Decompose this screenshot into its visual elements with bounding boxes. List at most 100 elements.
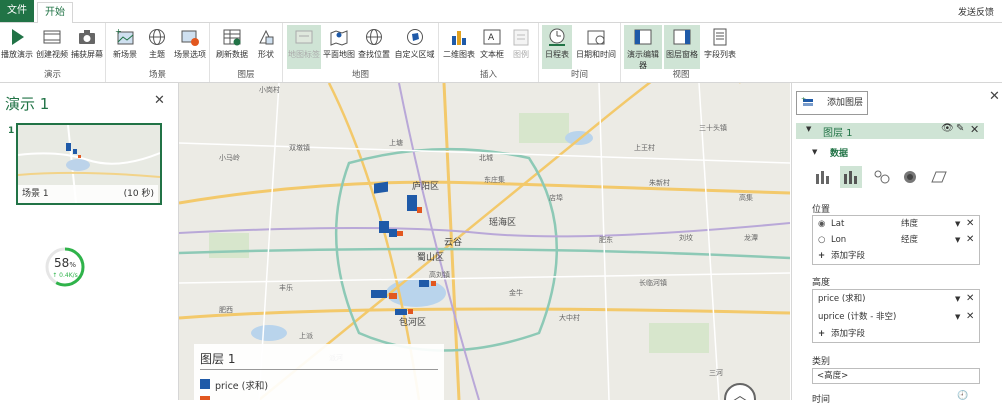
theme-button[interactable]: 主题 bbox=[143, 25, 171, 69]
map-labels-icon bbox=[295, 30, 313, 44]
tour-editor-panel: 演示 1 ✕ 1 场景 1 (10 秒) 58% ↑ 0.4K/s bbox=[0, 83, 179, 400]
radio-checked-icon[interactable]: ◉ bbox=[818, 216, 825, 232]
progress-indicator: 58% ↑ 0.4K/s bbox=[44, 246, 86, 288]
map-label: 小岗村 bbox=[259, 86, 280, 94]
map-labels-button[interactable]: 地图标签 bbox=[287, 25, 321, 69]
collapse-triangle-icon[interactable]: ▼ bbox=[806, 125, 811, 133]
region-viz-icon[interactable] bbox=[929, 168, 949, 186]
capture-screen-button[interactable]: 捕获屏幕 bbox=[70, 25, 104, 69]
plus-icon: + bbox=[818, 251, 826, 261]
remove-field-icon[interactable]: ✕ bbox=[966, 290, 974, 308]
progress-percent-text: 58% bbox=[44, 256, 86, 270]
remove-field-icon[interactable]: ✕ bbox=[966, 232, 974, 248]
height-field-row[interactable]: price (求和) ▼ ✕ bbox=[813, 290, 979, 308]
datetime-button[interactable]: 日期和时间 bbox=[574, 25, 618, 69]
new-scene-button[interactable]: + 新场景 bbox=[110, 25, 140, 69]
dropdown-icon[interactable]: ▼ bbox=[955, 216, 960, 232]
scene-options-button[interactable]: 场景选项 bbox=[173, 25, 207, 69]
dropdown-icon[interactable]: ▼ bbox=[955, 308, 960, 326]
refresh-data-button[interactable]: 刷新数据 bbox=[214, 25, 250, 69]
theme-globe-icon bbox=[149, 29, 165, 45]
dropdown-icon[interactable]: ▼ bbox=[955, 290, 960, 308]
group-tour: 播放演示 创建视频 捕获屏幕 演示 bbox=[0, 23, 106, 82]
dropdown-icon[interactable]: ▼ bbox=[955, 232, 960, 248]
close-tour-panel-icon[interactable]: ✕ bbox=[154, 93, 165, 108]
flat-map-button[interactable]: 平面地图 bbox=[323, 25, 355, 69]
map-label: 包河区 bbox=[399, 318, 427, 328]
remove-field-icon[interactable]: ✕ bbox=[966, 216, 974, 232]
clustered-column-viz-icon[interactable] bbox=[840, 166, 862, 188]
bubble-viz-icon[interactable] bbox=[872, 168, 892, 186]
field-list-button[interactable]: 字段列表 bbox=[702, 25, 738, 69]
layer-pane: + 添加图层 ✕ ▼ 图层 1 👁 ✎ ✕ ▼ 数据 位置 ◉ Lat 纬度 ▼… bbox=[791, 83, 1002, 405]
scene-name: 场景 1 bbox=[22, 189, 49, 199]
textbox-button[interactable]: A 文本框 bbox=[478, 25, 506, 69]
field-name: price (求和) bbox=[818, 294, 866, 304]
video-icon bbox=[43, 30, 61, 44]
position-field-row[interactable]: ◉ Lat 纬度 ▼ ✕ bbox=[813, 216, 979, 232]
data-section-label: 数据 bbox=[830, 149, 849, 159]
radio-unchecked-icon[interactable]: ○ bbox=[818, 232, 825, 248]
category-label: 类别 bbox=[812, 357, 831, 367]
position-field-row[interactable]: ○ Lon 经度 ▼ ✕ bbox=[813, 232, 979, 248]
map-view[interactable]: 小岗村 上塘 双墩镇 小马岭 北城 庐阳区 瑶海区 蜀山区 包河区 东庄集 肥东… bbox=[179, 83, 790, 400]
svg-text:+: + bbox=[801, 96, 806, 103]
add-field-row[interactable]: + 添加字段 bbox=[813, 326, 979, 342]
chart-2d-button[interactable]: 二维图表 bbox=[442, 25, 476, 69]
eye-icon[interactable]: 👁 bbox=[941, 123, 954, 134]
send-feedback-link[interactable]: 发送反馈 bbox=[958, 5, 994, 18]
stacked-column-viz-icon[interactable] bbox=[812, 168, 832, 186]
tour-editor-button[interactable]: 演示编辑器 bbox=[624, 25, 662, 70]
find-location-button[interactable]: 查找位置 bbox=[357, 25, 391, 69]
play-tour-button[interactable]: 播放演示 bbox=[1, 25, 33, 69]
progress-unit: % bbox=[69, 261, 76, 269]
legend-button[interactable]: 图例 bbox=[508, 25, 534, 69]
time-label: 时间 bbox=[812, 395, 831, 405]
title-tab-bar: 文件 开始 发送反馈 bbox=[0, 0, 1002, 24]
group-label-insert: 插入 bbox=[479, 70, 497, 80]
height-fields-box: price (求和) ▼ ✕ uprice (计数 - 非空) ▼ ✕ + 添加… bbox=[812, 289, 980, 343]
progress-speed-value: 0.4K/s bbox=[59, 272, 78, 279]
progress-speed: ↑ 0.4K/s bbox=[52, 272, 78, 279]
add-field-label: 添加字段 bbox=[831, 329, 866, 339]
height-field-row[interactable]: uprice (计数 - 非空) ▼ ✕ bbox=[813, 308, 979, 326]
add-layer-button[interactable]: + 添加图层 bbox=[796, 91, 868, 115]
add-field-row[interactable]: + 添加字段 bbox=[813, 248, 979, 264]
field-type: 经度 bbox=[901, 235, 919, 245]
map-label: 刘坟 bbox=[679, 234, 693, 242]
tab-start[interactable]: 开始 bbox=[37, 2, 73, 24]
map-label: 三十头镇 bbox=[699, 124, 727, 132]
close-layer-pane-icon[interactable]: ✕ bbox=[989, 89, 1000, 104]
group-scene: + 新场景 主题 场景选项 场景 bbox=[106, 23, 210, 82]
heatmap-viz-icon[interactable] bbox=[900, 168, 920, 186]
plus-icon: + bbox=[818, 329, 826, 339]
tab-file[interactable]: 文件 bbox=[0, 0, 34, 22]
category-value: <高度> bbox=[817, 371, 849, 381]
legend-divider bbox=[200, 369, 438, 370]
shape-icon bbox=[259, 29, 274, 45]
create-video-button[interactable]: 创建视频 bbox=[35, 25, 69, 69]
chevron-up-icon: ︿ bbox=[733, 388, 747, 400]
datetime-icon bbox=[587, 30, 605, 45]
map-label: 朱新村 bbox=[649, 179, 670, 187]
play-icon bbox=[12, 29, 24, 45]
ribbon: 播放演示 创建视频 捕获屏幕 演示 + 新场景 主题 场景选项 场景 刷新数据 … bbox=[0, 23, 1002, 83]
map-legend[interactable]: 图层 1 price (求和) bbox=[194, 344, 444, 400]
map-label: 蜀山区 bbox=[417, 253, 445, 263]
group-label-time: 时间 bbox=[570, 70, 588, 80]
custom-region-button[interactable]: 自定义区域 bbox=[393, 25, 436, 69]
shape-button[interactable]: 形状 bbox=[252, 25, 280, 69]
pencil-icon[interactable]: ✎ bbox=[956, 123, 964, 134]
delete-layer-icon[interactable]: ✕ bbox=[970, 123, 979, 136]
data-collapse-icon[interactable]: ▼ bbox=[812, 148, 817, 156]
layer-pane-button[interactable]: 图层窗格 bbox=[664, 25, 700, 69]
layer-header[interactable]: ▼ 图层 1 👁 ✎ ✕ bbox=[796, 123, 984, 139]
map-label: 小马岭 bbox=[219, 154, 240, 162]
tour-editor-icon bbox=[634, 29, 652, 45]
timeline-button[interactable]: 日程表 bbox=[542, 25, 572, 69]
scene-thumbnail[interactable]: 场景 1 (10 秒) bbox=[16, 123, 162, 205]
tour-title: 演示 1 bbox=[5, 95, 50, 113]
remove-field-icon[interactable]: ✕ bbox=[966, 308, 974, 326]
group-layer: 刷新数据 形状 图层 bbox=[210, 23, 283, 82]
category-field[interactable]: <高度> bbox=[812, 368, 980, 384]
